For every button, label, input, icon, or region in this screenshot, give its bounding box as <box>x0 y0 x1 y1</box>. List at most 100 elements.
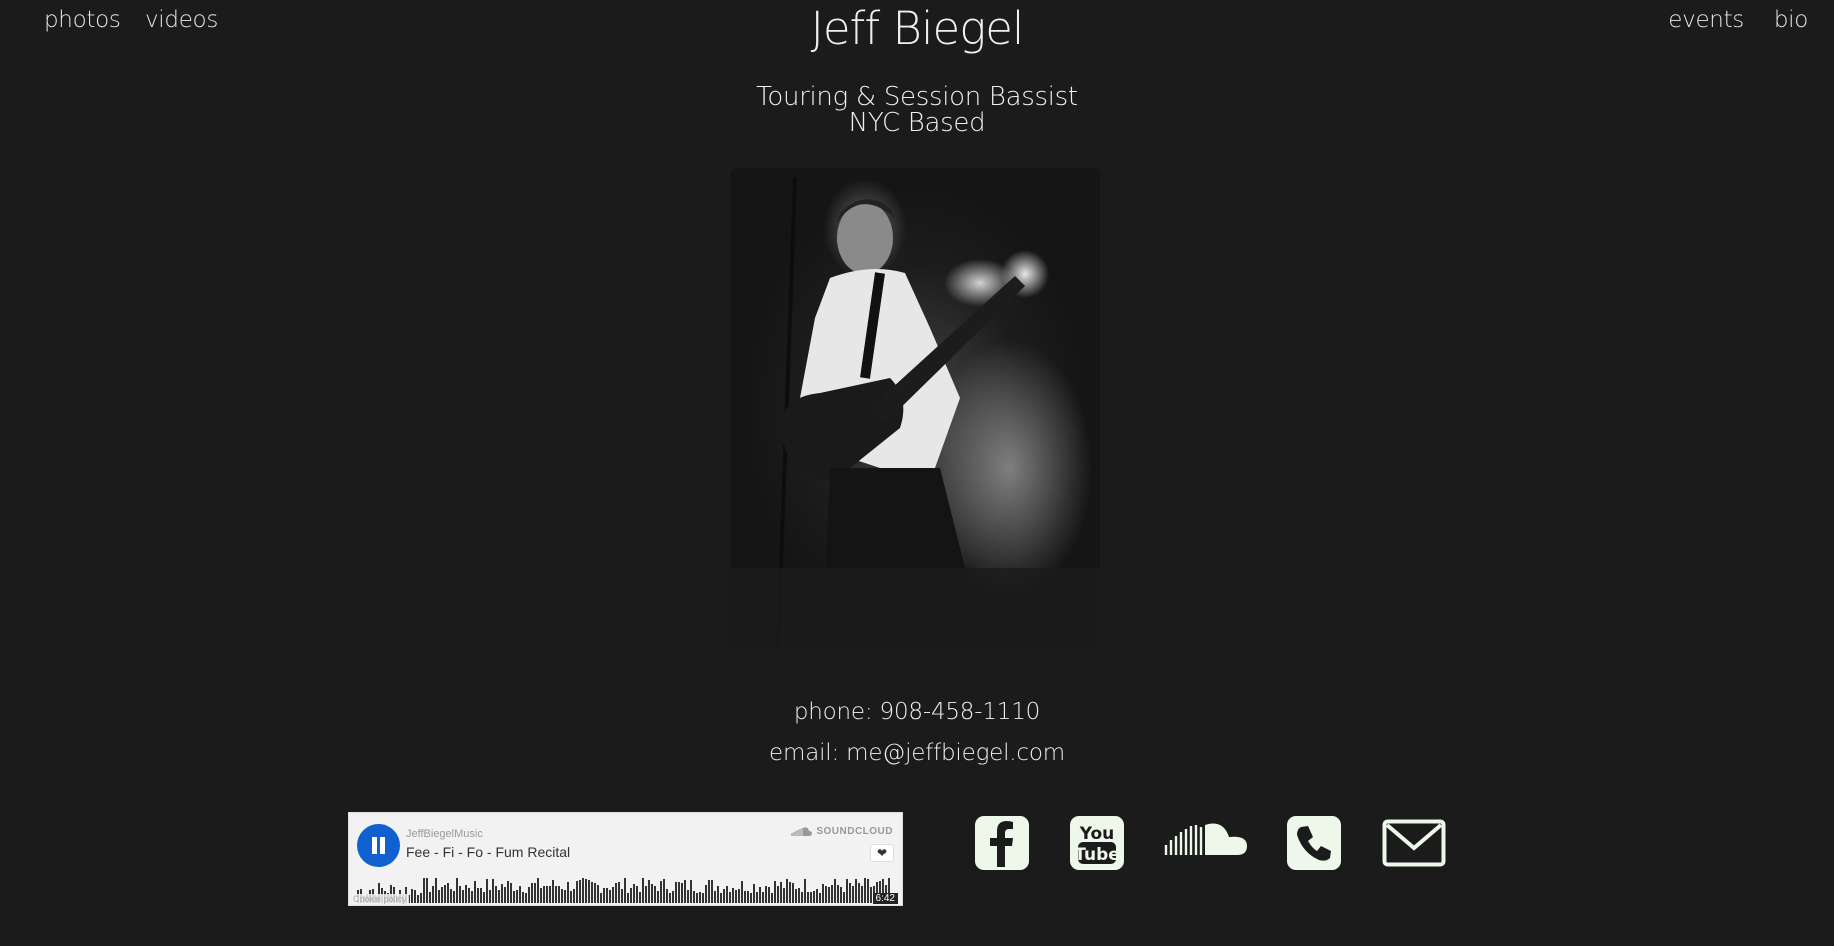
waveform-bar <box>609 890 611 903</box>
waveform-bar <box>678 882 680 903</box>
waveform-bar <box>816 889 818 903</box>
waveform-bar <box>705 885 707 903</box>
waveform-bar <box>651 884 653 903</box>
waveform-bar <box>819 893 821 903</box>
waveform-bar <box>777 886 779 903</box>
waveform-bar <box>684 880 686 903</box>
tagline-role: Touring & Session Bassist <box>756 82 1078 112</box>
sc-brand-label: SOUNDCLOUD <box>816 826 893 837</box>
waveform-bar <box>453 891 455 903</box>
cookie-policy-link[interactable]: Cookie policy <box>351 894 409 904</box>
waveform-bar <box>690 880 692 903</box>
bassist-silhouette <box>730 177 1100 650</box>
waveform-bar <box>606 888 608 903</box>
waveform[interactable] <box>357 873 895 903</box>
waveform-bar <box>603 888 605 903</box>
phone-text: phone: 908-458-1110 <box>793 699 1041 725</box>
sc-cloud-icon <box>791 827 813 837</box>
waveform-bar <box>513 891 515 903</box>
waveform-bar <box>438 890 440 903</box>
waveform-bar <box>642 878 644 903</box>
waveform-bar <box>645 886 647 903</box>
waveform-bar <box>450 889 452 903</box>
waveform-bar <box>717 886 719 903</box>
waveform-bar <box>627 893 629 903</box>
waveform-bar <box>510 883 512 903</box>
waveform-bar <box>849 883 851 903</box>
site-title[interactable]: Jeff Biegel <box>0 2 1834 55</box>
sc-track-title[interactable]: Fee - Fi - Fo - Fum Recital <box>406 844 570 860</box>
waveform-bar <box>738 889 740 903</box>
waveform-bar <box>579 880 581 903</box>
tagline: Touring & Session Bassist NYC Based <box>0 84 1834 136</box>
waveform-bar <box>825 886 827 903</box>
waveform-bar <box>768 887 770 903</box>
waveform-bar <box>654 886 656 903</box>
tagline-location: NYC Based <box>848 108 986 138</box>
youtube-icon[interactable]: You Tube <box>1069 815 1125 871</box>
sc-brand-link[interactable]: SOUNDCLOUD <box>790 826 893 837</box>
like-button[interactable]: ❤ <box>870 844 894 862</box>
waveform-bar <box>534 883 536 903</box>
waveform-bar <box>852 886 854 903</box>
waveform-bar <box>837 885 839 903</box>
svg-text:Tube: Tube <box>1074 845 1120 865</box>
waveform-bar <box>549 886 551 903</box>
waveform-bar <box>543 886 545 903</box>
waveform-bar <box>621 889 623 903</box>
facebook-icon[interactable] <box>974 815 1030 871</box>
svg-text:You: You <box>1079 824 1115 844</box>
waveform-bar <box>414 890 416 903</box>
waveform-bar <box>429 892 431 903</box>
waveform-bar <box>531 883 533 903</box>
waveform-bar <box>597 885 599 903</box>
waveform-bar <box>432 886 434 903</box>
waveform-bar <box>741 881 743 903</box>
waveform-bar <box>687 890 689 903</box>
waveform-bar <box>840 887 842 903</box>
waveform-bar <box>435 878 437 903</box>
waveform-bar <box>780 882 782 903</box>
waveform-bar <box>483 892 485 903</box>
waveform-bar <box>516 890 518 903</box>
waveform-bar <box>489 890 491 903</box>
phone-icon[interactable] <box>1286 815 1342 871</box>
waveform-bar <box>615 883 617 903</box>
soundcloud-icon[interactable] <box>1163 815 1248 871</box>
waveform-bar <box>711 880 713 903</box>
waveform-bar <box>633 884 635 903</box>
page: photos videos events bio Jeff Biegel Tou… <box>0 0 1834 946</box>
waveform-bar <box>540 888 542 903</box>
waveform-bar <box>726 886 728 903</box>
waveform-bar <box>810 892 812 903</box>
waveform-bar <box>720 893 722 903</box>
waveform-bar <box>573 889 575 903</box>
track-duration: 6:42 <box>872 893 898 904</box>
waveform-bar <box>696 893 698 903</box>
waveform-bar <box>501 884 503 903</box>
sc-username[interactable]: JeffBiegelMusic <box>406 828 483 840</box>
waveform-bar <box>462 890 464 903</box>
waveform-bar <box>723 889 725 903</box>
bassist-photo <box>730 168 1100 650</box>
waveform-bar <box>699 892 701 903</box>
waveform-bar <box>822 884 824 903</box>
waveform-bar <box>765 886 767 903</box>
waveform-bar <box>555 886 557 903</box>
waveform-bar <box>630 888 632 903</box>
waveform-bar <box>444 885 446 903</box>
waveform-bar <box>600 893 602 903</box>
waveform-bar <box>612 887 614 903</box>
waveform-bar <box>474 881 476 903</box>
waveform-bar <box>762 892 764 903</box>
pause-button[interactable] <box>357 824 400 867</box>
waveform-bar <box>792 883 794 903</box>
waveform-bar <box>498 890 500 903</box>
email-icon[interactable] <box>1382 815 1446 871</box>
waveform-bar <box>828 887 830 903</box>
waveform-bar <box>426 878 428 903</box>
waveform-bar <box>420 893 422 903</box>
waveform-bar <box>753 884 755 903</box>
waveform-bar <box>864 878 866 903</box>
waveform-bar <box>525 893 527 903</box>
